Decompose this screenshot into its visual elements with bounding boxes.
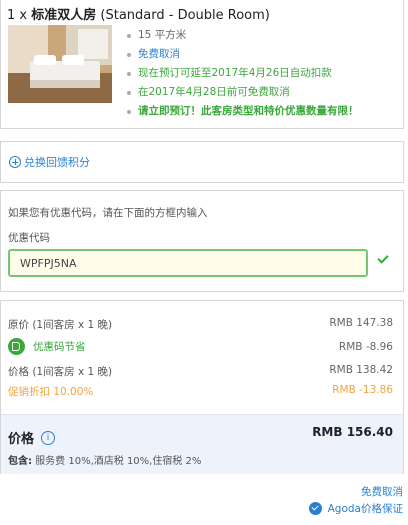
discount-row: 优惠码节省 RMB -8.96 (8, 338, 393, 355)
room-quantity: 1 x (7, 8, 28, 23)
feature-cancel-deadline: 在2017年4月28日前可免费取消 (126, 84, 359, 103)
feature-limited-offer: 请立即预订！此客房类型和特价优惠数量有限！ (126, 103, 359, 122)
redeem-points-link[interactable]: 兑换回馈积分 (9, 154, 90, 170)
price-guarantee-link[interactable]: Agoda价格保证 (308, 501, 403, 516)
feature-pay-later: 现在预订可延至2017年4月26日自动扣款 (126, 65, 359, 84)
total-label-wrap: 价格 i (8, 428, 56, 447)
room-features-list: 15 平方米 免费取消 现在预订可延至2017年4月26日自动扣款 在2017年… (126, 27, 359, 122)
tax-detail: 服务费 10%,酒店税 10%,住宿税 2% (35, 456, 202, 467)
points-card: 兑换回馈积分 (0, 141, 404, 183)
room-name: 标准双人房 (31, 8, 97, 23)
room-name-en: (Standard - Double Room) (100, 8, 270, 23)
room-photo[interactable] (8, 25, 112, 103)
room-title: 1 x 标准双人房 (Standard - Double Room) (7, 4, 270, 23)
original-price-label: 原价 (1间客房 x 1 晚) (8, 319, 113, 331)
promo-label: 优惠代码 (8, 232, 50, 244)
promo-hint: 如果您有优惠代码，请在下面的方框内输入 (8, 207, 208, 219)
check-icon (377, 252, 389, 264)
total-label: 价格 (8, 432, 35, 447)
total-value: RMB 156.40 (312, 425, 393, 439)
price-card: 原价 (1间客房 x 1 晚) RMB 147.38 优惠码节省 RMB -8.… (0, 300, 404, 474)
tax-line: 包含: 服务费 10%,酒店税 10%,住宿税 2% (8, 452, 201, 467)
price-row: 价格 (1间客房 x 1 晚) RMB 138.42 (8, 364, 393, 380)
info-icon[interactable]: i (41, 430, 56, 445)
price-label: 价格 (1间客房 x 1 晚) (8, 366, 113, 378)
feature-free-cancel[interactable]: 免费取消 (126, 46, 359, 65)
promo-code-input[interactable] (8, 249, 368, 277)
room-card: 1 x 标准双人房 (Standard - Double Room) 15 平方… (0, 0, 404, 129)
tag-icon (8, 338, 25, 355)
verified-badge-icon (308, 502, 322, 515)
plus-circle-icon (9, 156, 21, 168)
feature-room-size: 15 平方米 (126, 27, 359, 46)
price-guarantee-label: Agoda价格保证 (327, 503, 403, 515)
promo-discount-label: 促销折扣 10.00% (8, 386, 94, 398)
original-price-value: RMB 147.38 (329, 317, 393, 329)
promo-discount-value: RMB -13.86 (332, 384, 393, 396)
original-price-row: 原价 (1间客房 x 1 晚) RMB 147.38 (8, 317, 393, 333)
promo-card: 如果您有优惠代码，请在下面的方框内输入 优惠代码 (0, 190, 404, 292)
discount-value: RMB -8.96 (338, 341, 393, 353)
promo-discount-row: 促销折扣 10.00% RMB -13.86 (8, 384, 393, 400)
free-cancel-link[interactable]: 免费取消 (361, 484, 403, 499)
discount-label-wrap: 优惠码节省 (8, 338, 86, 355)
redeem-points-label: 兑换回馈积分 (24, 156, 90, 169)
room-photo-image (8, 25, 112, 103)
tax-prefix: 包含: (8, 456, 32, 467)
discount-label: 优惠码节省 (33, 341, 86, 353)
total-block: 价格 i RMB 156.40 包含: 服务费 10%,酒店税 10%,住宿税 … (1, 414, 403, 474)
price-value: RMB 138.42 (329, 364, 393, 376)
